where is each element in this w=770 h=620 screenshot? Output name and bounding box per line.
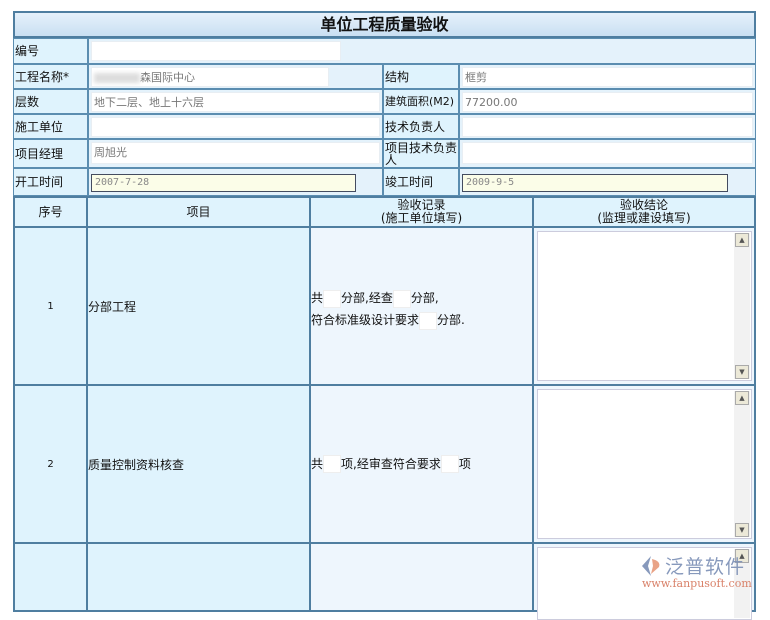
row2-no: 2 [13,384,88,544]
row2-text3: 项 [458,456,471,471]
row1-text5: 分部. [437,313,465,327]
row2-text2: 项,经审查符合要求 [341,456,441,471]
row1-item: 分部工程 [86,226,311,386]
watermark: 泛普软件 [640,552,745,579]
row2-conform-input[interactable] [440,455,459,474]
scrollbar[interactable]: ▲ ▼ [734,233,750,379]
number-label: 编号 [13,38,88,64]
header-conclusion-sub: (监理或建设填写) [597,211,691,225]
row3-no [13,542,88,612]
row2-record: 共 项,经审查符合要求 项 [309,384,534,544]
row1-checked-input[interactable] [392,289,411,308]
row2-item: 质量控制资料核查 [86,384,311,544]
watermark-brand: 泛普软件 [665,556,746,578]
row1-record: 共 分部,经查 分部, 符合标准级设计要求 分部. [309,226,534,386]
contractor-cell [88,114,383,139]
floors-label: 层数 [13,89,88,114]
project-tech-lead-label: 项目技术负责人 [383,139,459,168]
form-title: 单位工程质量验收 [13,11,756,38]
scroll-down-icon[interactable]: ▼ [735,523,749,537]
row2-conclusion-textarea[interactable]: ▲ ▼ [537,389,752,539]
tech-lead-cell [459,114,756,139]
row1-total-input[interactable] [323,289,342,308]
header-item-text: 项目 [186,204,211,219]
row1-text1: 共 [311,291,324,305]
floors-input[interactable]: 地下二层、地上十六层 [91,92,380,112]
header-no: 序号 [13,196,88,228]
end-date-input[interactable]: 2009-9-5 [462,174,728,192]
watermark-url: www.fanpusoft.com [642,577,752,590]
number-cell [88,38,756,64]
number-input[interactable] [91,41,341,61]
row2-text1: 共 [311,456,324,471]
redacted-text [94,73,140,83]
project-name-input[interactable]: 森国际中心 [91,67,329,87]
row1-text4: 符合标准级设计要求 [311,313,420,327]
project-name-cell: 森国际中心 [88,64,383,89]
project-tech-lead-input[interactable] [462,142,753,164]
row2-conclusion-cell: ▲ ▼ [532,384,756,544]
scroll-up-icon[interactable]: ▲ [735,233,749,247]
end-label: 竣工时间 [383,168,459,196]
start-label: 开工时间 [13,168,88,196]
tech-lead-input[interactable] [462,117,753,137]
tech-lead-label: 技术负责人 [383,114,459,139]
project-name-label: 工程名称* [13,64,88,89]
project-tech-lead-cell [459,139,756,168]
row1-no: 1 [13,226,88,386]
header-record-sub: (施工单位填写) [380,211,463,225]
fanpu-logo-icon [642,555,660,576]
row1-text3: 分部, [410,291,439,305]
contractor-label: 施工单位 [13,114,88,139]
structure-cell: 框剪 [459,64,756,89]
header-conclusion: 验收结论 (监理或建设填写) [532,196,756,228]
project-name-value: 森国际中心 [140,71,195,84]
pm-cell: 周旭光 [88,139,383,168]
header-no-text: 序号 [38,204,63,219]
row3-item [86,542,311,612]
area-cell: 77200.00 [459,89,756,114]
scroll-up-icon[interactable]: ▲ [735,391,749,405]
row1-conclusion-cell: ▲ ▼ [532,226,756,386]
structure-label: 结构 [383,64,459,89]
header-item: 项目 [86,196,311,228]
scroll-down-icon[interactable]: ▼ [735,365,749,379]
area-label: 建筑面积(M2) [383,89,459,114]
row1-conclusion-textarea[interactable]: ▲ ▼ [537,231,752,381]
start-cell: 2007-7-28 [88,168,383,196]
start-date-input[interactable]: 2007-7-28 [91,174,356,192]
header-record: 验收记录 (施工单位填写) [309,196,534,228]
floors-cell: 地下二层、地上十六层 [88,89,383,114]
row3-record [309,542,534,612]
pm-input[interactable]: 周旭光 [91,142,380,164]
area-input[interactable]: 77200.00 [462,92,753,112]
end-cell: 2009-9-5 [459,168,756,196]
pm-label: 项目经理 [13,139,88,168]
row1-conform-input[interactable] [419,311,438,330]
scrollbar[interactable]: ▲ ▼ [734,391,750,537]
row2-total-input[interactable] [323,455,342,474]
contractor-input[interactable] [91,117,380,137]
structure-input[interactable]: 框剪 [462,67,753,87]
row1-text2: 分部,经查 [341,291,393,305]
